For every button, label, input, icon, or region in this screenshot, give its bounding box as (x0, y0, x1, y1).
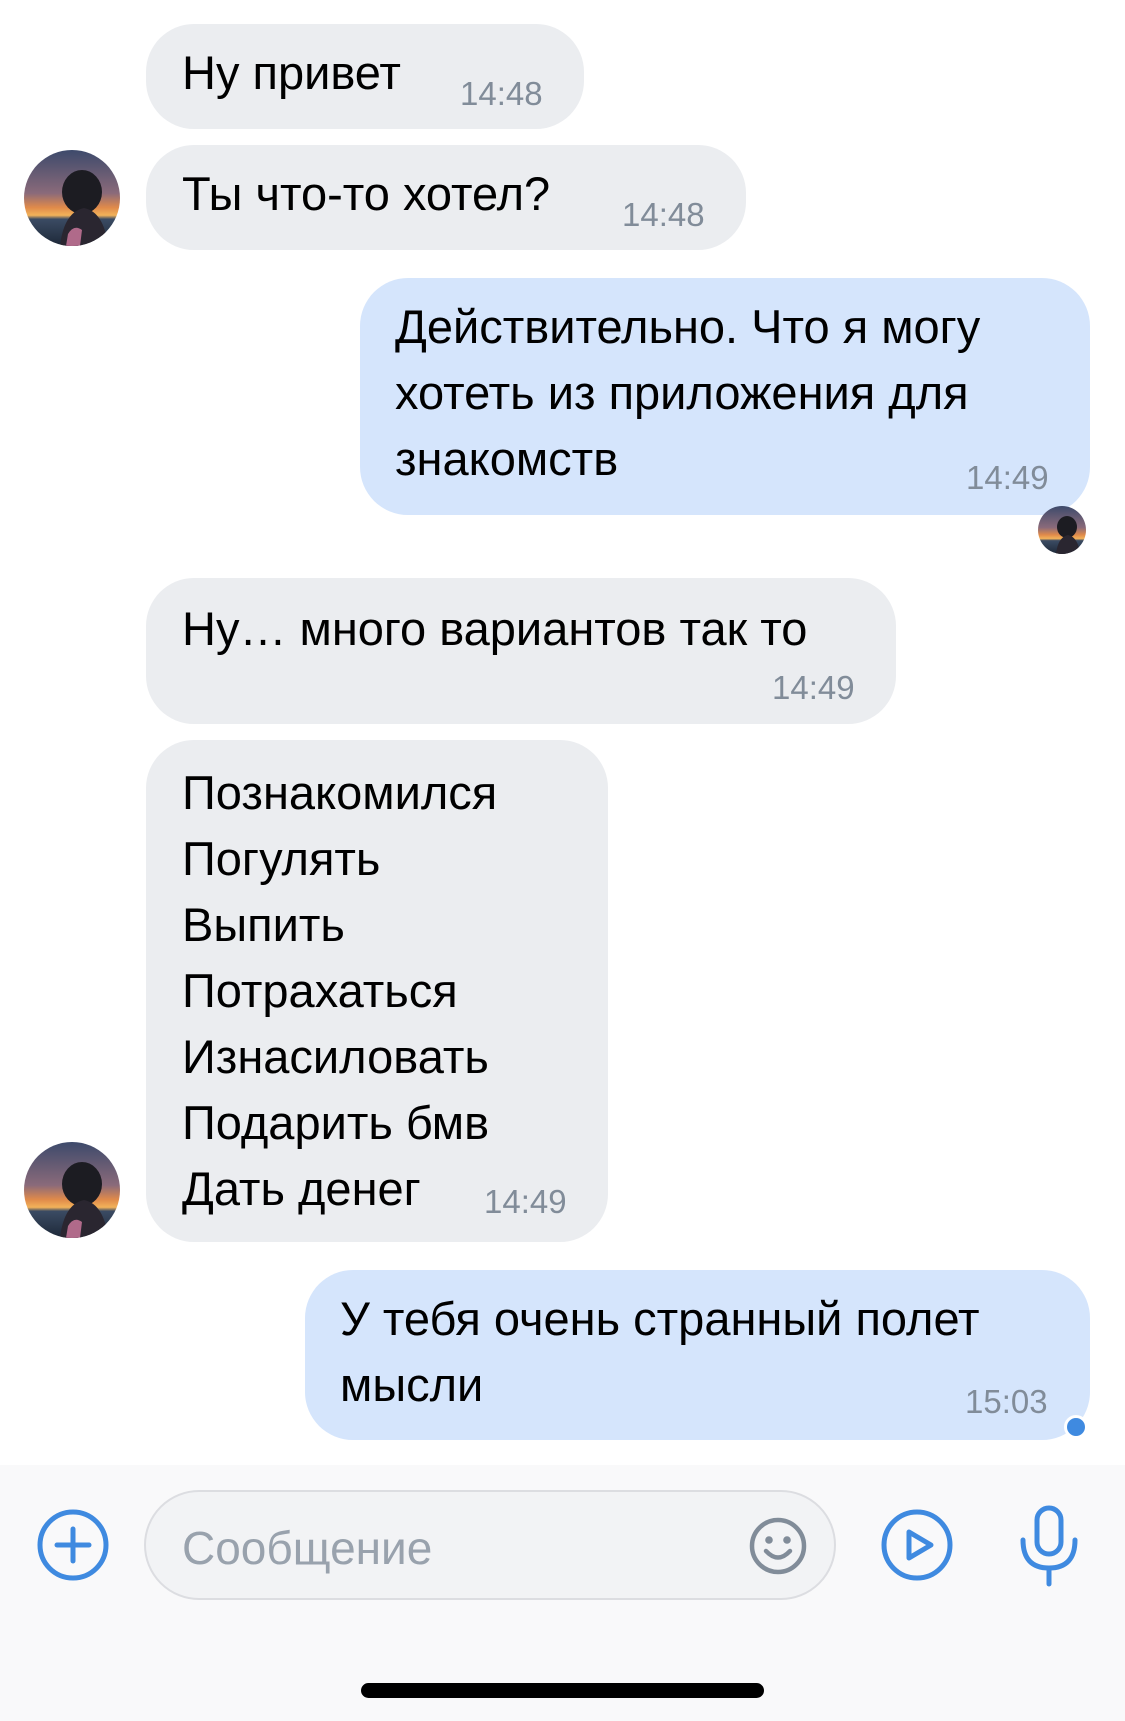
message-line: У тебя очень странный полет (340, 1292, 980, 1345)
smile-icon (749, 1517, 807, 1575)
message-text: Ну… много вариантов так то (182, 602, 808, 655)
avatar-photo (24, 1142, 120, 1238)
message-time: 14:48 (460, 75, 543, 112)
home-indicator (361, 1683, 764, 1698)
message-line: Познакомился (182, 766, 498, 819)
message-bubble-incoming[interactable]: Ты что-то хотел? 14:48 (146, 145, 746, 250)
message-input-placeholder: Сообщение (182, 1522, 433, 1574)
message-time: 14:49 (484, 1183, 567, 1220)
message-text: Ну привет (182, 46, 401, 99)
message-line: Дать денег (182, 1162, 421, 1215)
message-line: хотеть из приложения для (395, 366, 969, 419)
message-time: 14:49 (772, 669, 855, 706)
read-receipt-avatar (1038, 506, 1086, 554)
message-line: Изнасиловать (182, 1030, 489, 1083)
message-time: 14:49 (966, 459, 1049, 496)
message-line: Подарить бмв (182, 1096, 490, 1149)
message-line: Потрахаться (182, 964, 458, 1017)
contact-avatar[interactable] (24, 150, 120, 246)
unread-indicator (1064, 1415, 1088, 1439)
message-line: Погулять (182, 832, 381, 885)
avatar-photo (1038, 506, 1086, 554)
emoji-button[interactable] (748, 1516, 808, 1576)
message-text: Ты что-то хотел? (182, 167, 551, 220)
message-bubble-incoming[interactable]: Ну… много вариантов так то 14:49 (146, 578, 896, 724)
contact-avatar[interactable] (24, 1142, 120, 1238)
plus-circle-icon (37, 1509, 109, 1581)
attach-button[interactable] (36, 1508, 110, 1582)
message-time: 15:03 (965, 1383, 1048, 1420)
message-line: Действительно. Что я могу (395, 300, 981, 353)
message-bubble-incoming[interactable]: Познакомился Погулять Выпить Потрахаться… (146, 740, 608, 1242)
avatar-photo (24, 150, 120, 246)
message-line: Выпить (182, 898, 345, 951)
message-line: мысли (340, 1358, 484, 1411)
voice-message-button[interactable] (1015, 1504, 1083, 1588)
message-bubble-outgoing[interactable]: У тебя очень странный полет мысли 15:03 (305, 1270, 1090, 1440)
message-bubble-incoming[interactable]: Ну привет 14:48 (146, 24, 584, 129)
microphone-icon (1020, 1505, 1078, 1587)
play-circle-icon (881, 1509, 953, 1581)
video-message-button[interactable] (880, 1508, 954, 1582)
message-bubble-outgoing[interactable]: Действительно. Что я могу хотеть из прил… (360, 278, 1090, 515)
message-line: знакомств (395, 432, 619, 485)
message-time: 14:48 (622, 196, 705, 233)
